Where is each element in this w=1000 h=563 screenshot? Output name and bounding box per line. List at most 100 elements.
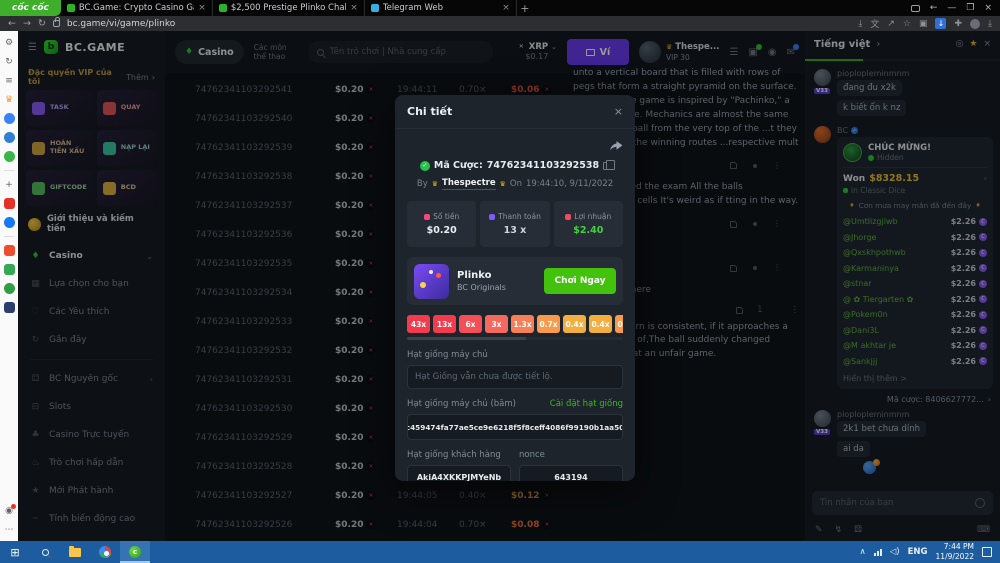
tab-casino[interactable]: ♦ Casino bbox=[175, 40, 244, 64]
file-explorer-icon[interactable] bbox=[60, 541, 90, 563]
add-shortcut-icon[interactable]: + bbox=[4, 179, 15, 190]
sidebar-item-casino[interactable]: ♦ Casino ⌄ bbox=[18, 242, 165, 270]
vip-tile[interactable]: QUAY bbox=[97, 90, 157, 126]
shopping-app-icon[interactable] bbox=[4, 245, 15, 256]
show-more-link[interactable]: Hiển thị thêm > bbox=[843, 374, 987, 383]
cloud-app-icon[interactable] bbox=[4, 132, 15, 143]
sidebar-item-bc-originals[interactable]: ⚃ BC Nguyên gốc › bbox=[18, 365, 165, 393]
chat-close-icon[interactable]: × bbox=[983, 39, 991, 49]
tab-close-icon[interactable]: × bbox=[198, 3, 206, 13]
sidebar-item[interactable]: ~ Tính biến động cao bbox=[18, 505, 165, 533]
plant-app-icon[interactable] bbox=[4, 283, 15, 294]
like-icon[interactable] bbox=[730, 265, 737, 272]
tab-close-icon[interactable]: × bbox=[350, 3, 358, 13]
save-page-icon[interactable]: ⤓ bbox=[858, 19, 862, 29]
rain-winner-row[interactable]: @M akhtar je $2.26 C bbox=[843, 338, 987, 354]
plinko-game-icon[interactable] bbox=[414, 264, 449, 299]
window-maximize-button[interactable]: ❐ bbox=[966, 3, 974, 13]
sidebar-item[interactable]: ★ Mới Phát hành bbox=[18, 477, 165, 505]
download-manager-icon[interactable]: ↓ bbox=[935, 18, 946, 29]
tray-expand-icon[interactable]: ∧ bbox=[860, 547, 866, 557]
chat-username[interactable]: pioplopleminmnm bbox=[837, 69, 993, 78]
bookmark-star-icon[interactable]: ☆ bbox=[903, 19, 911, 29]
vip-tile[interactable]: NẠP LẠI bbox=[97, 130, 157, 166]
rain-winner-row[interactable]: @Sankjjj $2.26 C bbox=[843, 354, 987, 370]
kebab-menu-icon[interactable]: ⋮ bbox=[791, 304, 800, 317]
browser-tab[interactable]: $2,500 Prestige Plinko Challe × bbox=[213, 0, 365, 16]
trophy-icon[interactable]: ★ bbox=[969, 39, 977, 49]
vip-tile[interactable]: TASK bbox=[26, 90, 93, 126]
new-tab-button[interactable]: + bbox=[517, 2, 533, 15]
multiplier-scrollbar[interactable] bbox=[407, 337, 623, 340]
chat-avatar[interactable] bbox=[814, 69, 831, 86]
shield-icon[interactable]: ▣ bbox=[919, 19, 928, 29]
chat-input-box[interactable] bbox=[812, 491, 993, 515]
referral-link[interactable]: Giới thiệu và kiếm tiền bbox=[28, 214, 155, 234]
volume-icon[interactable]: ◁) bbox=[890, 547, 900, 557]
history-icon[interactable]: ↻ bbox=[4, 56, 15, 67]
server-seed-hash-field[interactable]: e7c459474fa77ae5ce9e6218f5f8ceff4086f991… bbox=[407, 414, 623, 440]
tab-close-icon[interactable]: × bbox=[502, 3, 510, 13]
vip-more-link[interactable]: Thêm bbox=[126, 73, 149, 82]
rain-winner-row[interactable]: @Karmaninya $2.26 C bbox=[843, 261, 987, 277]
wallet-button[interactable]: Ví bbox=[567, 39, 629, 65]
send-icon[interactable] bbox=[975, 498, 985, 508]
extensions-icon[interactable]: ✚ bbox=[954, 19, 962, 29]
crown-icon[interactable]: ♛ bbox=[4, 94, 15, 105]
rain-winner-row[interactable]: @stnar $2.26 C bbox=[843, 276, 987, 292]
browser-tab[interactable]: Telegram Web × bbox=[365, 0, 517, 16]
forward-icon[interactable]: → bbox=[23, 18, 31, 29]
keyboard-icon[interactable]: ⌨ bbox=[977, 525, 990, 535]
hv-app-icon[interactable] bbox=[4, 302, 15, 313]
vip-tile[interactable]: BCD bbox=[97, 170, 157, 206]
currency-selector[interactable]: ✕ XRP ⌄ $0.17 bbox=[517, 42, 557, 63]
copy-icon[interactable] bbox=[603, 162, 610, 170]
chat-username[interactable]: pioplopleminmnm bbox=[837, 410, 993, 419]
tab-back-icon[interactable]: ← bbox=[930, 3, 938, 13]
share-page-icon[interactable]: ↗ bbox=[887, 19, 895, 29]
like-icon[interactable] bbox=[730, 221, 737, 228]
settings-gear-icon[interactable]: ⚙ bbox=[4, 37, 15, 48]
congrats-card[interactable]: CHÚC MỪNG! Hidden Won $8328.15 › in Clas… bbox=[837, 137, 993, 389]
bcgame-logo-icon[interactable]: b bbox=[44, 40, 58, 54]
kebab-menu-icon[interactable]: ⋮ bbox=[773, 160, 781, 172]
sidebar-item[interactable]: ▦ Lựa chọn cho bạn bbox=[18, 270, 165, 298]
bc-username[interactable]: BC bbox=[837, 126, 848, 135]
sidebar-item[interactable]: ♡ Các Yêu thích bbox=[18, 298, 165, 326]
rain-winner-row[interactable]: @Pokem0n $2.26 C bbox=[843, 307, 987, 323]
user-profile[interactable]: ♛ Thespe... VIP 30 bbox=[639, 41, 719, 63]
sticker-icon[interactable]: ✎ bbox=[815, 525, 823, 535]
market-app-icon[interactable] bbox=[4, 264, 15, 275]
chat-avatar[interactable] bbox=[814, 410, 831, 427]
like-icon[interactable] bbox=[736, 307, 743, 314]
notifications-bell-icon[interactable]: ◉ bbox=[5, 506, 13, 516]
play-now-button[interactable]: Chơi Ngay bbox=[544, 268, 616, 294]
rain-winner-row[interactable]: @Jhorge $2.26 C bbox=[843, 230, 987, 246]
player-name-link[interactable]: Thespectre bbox=[442, 178, 496, 190]
bcgame-logo-text[interactable]: BC.GAME bbox=[65, 41, 125, 54]
games-icon[interactable] bbox=[4, 151, 15, 162]
youtube-icon[interactable] bbox=[4, 198, 15, 209]
client-seed-field[interactable]: AkiA4XKKPJMYeNb bbox=[407, 465, 511, 481]
chat-room-label[interactable]: Tiếng việt bbox=[814, 39, 870, 50]
quests-icon[interactable]: ☰ bbox=[729, 47, 738, 58]
window-close-button[interactable]: × bbox=[984, 3, 992, 13]
kebab-menu-icon[interactable]: ⋮ bbox=[773, 218, 781, 230]
language-indicator[interactable]: ENG bbox=[908, 547, 928, 557]
profile-avatar-icon[interactable] bbox=[970, 19, 980, 29]
share-icon[interactable] bbox=[610, 141, 623, 152]
chat-toggle-icon[interactable]: ✉ bbox=[787, 47, 795, 58]
back-icon[interactable]: ← bbox=[8, 18, 16, 29]
rain-winner-row[interactable]: @ ✿ Tiergarten ✿ $2.26 C bbox=[843, 292, 987, 308]
close-icon[interactable]: × bbox=[614, 105, 623, 118]
dislike-icon[interactable] bbox=[753, 222, 757, 226]
dice-icon[interactable]: ⚄ bbox=[854, 525, 862, 535]
reload-icon[interactable]: ↻ bbox=[38, 18, 46, 29]
chevron-right-icon[interactable]: › bbox=[876, 39, 880, 50]
rain-winner-row[interactable]: @Umtlizgjlwb $2.26 C bbox=[843, 214, 987, 230]
dislike-icon[interactable] bbox=[753, 266, 757, 270]
chevron-right-icon[interactable]: › bbox=[984, 174, 987, 184]
bell-icon[interactable]: ◉ bbox=[768, 47, 777, 58]
newsfeed-icon[interactable]: ≡ bbox=[4, 75, 15, 86]
bet-link[interactable]: Mã cược: 8406627772... › bbox=[814, 395, 991, 404]
